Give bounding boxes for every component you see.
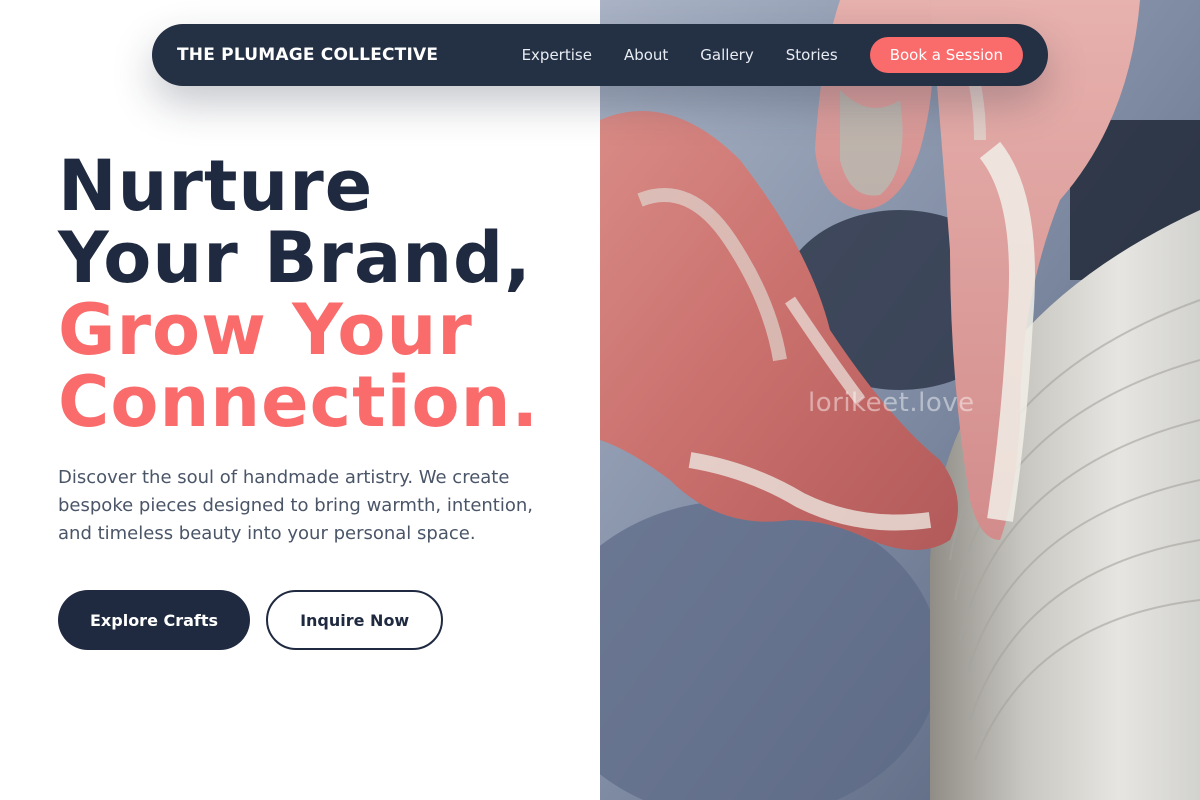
nav-links: Expertise About Gallery Stories Book a S… <box>522 37 1023 73</box>
hero-description: Discover the soul of handmade artistry. … <box>58 467 534 544</box>
nav-link-about[interactable]: About <box>624 46 668 64</box>
headline-line-4: Connection. <box>58 361 540 443</box>
hero-cta-row: Explore Crafts Inquire Now <box>58 590 578 650</box>
main-navbar: THE PLUMAGE COLLECTIVE Expertise About G… <box>152 24 1048 86</box>
brand-logo-text[interactable]: THE PLUMAGE COLLECTIVE <box>177 45 438 65</box>
nav-link-expertise[interactable]: Expertise <box>522 46 592 64</box>
hero-headline: Nurture Your Brand, Grow Your Connection… <box>58 150 578 438</box>
headline-line-3: Grow Your <box>58 289 473 371</box>
hero-content: Nurture Your Brand, Grow Your Connection… <box>58 150 578 650</box>
explore-crafts-button[interactable]: Explore Crafts <box>58 590 251 650</box>
headline-line-1: Nurture <box>58 145 374 227</box>
nav-link-gallery[interactable]: Gallery <box>700 46 753 64</box>
headline-line-2: Your Brand, <box>58 217 532 299</box>
nav-link-stories[interactable]: Stories <box>786 46 838 64</box>
inquire-now-button[interactable]: Inquire Now <box>266 590 444 650</box>
image-watermark: lorikeet.love <box>808 388 975 418</box>
book-session-button[interactable]: Book a Session <box>869 37 1023 73</box>
